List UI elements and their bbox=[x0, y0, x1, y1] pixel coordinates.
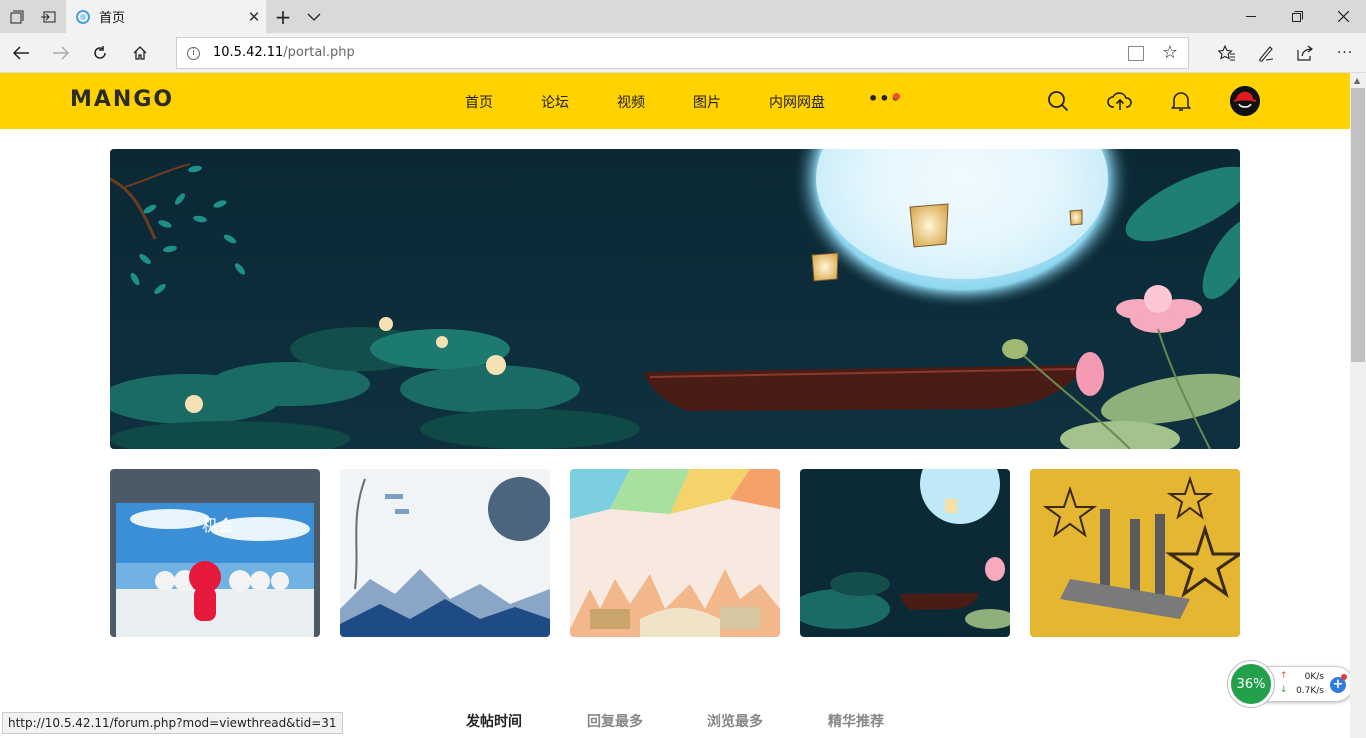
thumbnail-4[interactable] bbox=[800, 469, 1010, 637]
nav-item-home[interactable]: 首页 bbox=[465, 92, 493, 112]
web-note-pen-icon[interactable] bbox=[1253, 41, 1279, 65]
browser-toolbar: i 10.5.42.11/portal.php ☆ ··· bbox=[0, 33, 1366, 73]
favorites-list-icon[interactable] bbox=[1214, 41, 1240, 65]
tab-title: 首页 bbox=[99, 11, 126, 26]
page-scrollbar[interactable]: ▲ bbox=[1350, 73, 1366, 738]
favorite-star-icon[interactable]: ☆ bbox=[1162, 42, 1178, 63]
tab-post-time[interactable]: 发帖时间 bbox=[466, 711, 522, 731]
status-bar-url: http://10.5.42.11/forum.php?mod=viewthre… bbox=[2, 712, 343, 734]
site-info-icon[interactable]: i bbox=[187, 47, 200, 60]
back-arrow-icon[interactable] bbox=[8, 41, 34, 65]
new-tab-icon[interactable]: + bbox=[272, 5, 294, 29]
thumbnail-5[interactable] bbox=[1030, 469, 1240, 637]
nav-item-netdisk[interactable]: 内网网盘 bbox=[769, 92, 825, 112]
thumbnail-1[interactable]: 机会 bbox=[110, 469, 320, 637]
browser-tab-bar: 首页 ✕ + bbox=[0, 0, 1366, 33]
set-tabs-aside-icon[interactable] bbox=[37, 6, 59, 28]
site-favicon-icon bbox=[76, 9, 90, 24]
url-text: 10.5.42.11/portal.php bbox=[213, 45, 355, 60]
network-speed-widget[interactable]: 36% ↑ 0K/s ↓ 0.7K/s + bbox=[1228, 661, 1356, 707]
more-menu-icon[interactable]: ··· bbox=[1332, 41, 1358, 65]
notification-dot bbox=[893, 93, 900, 100]
alert-dot bbox=[1341, 674, 1347, 680]
memory-percent[interactable]: 36% bbox=[1228, 661, 1274, 707]
thumbnail-2[interactable] bbox=[340, 469, 550, 637]
refresh-icon[interactable] bbox=[87, 41, 113, 65]
upload-icon[interactable] bbox=[1107, 89, 1133, 113]
tab-most-views[interactable]: 浏览最多 bbox=[707, 711, 763, 731]
thumbnail-3[interactable] bbox=[570, 469, 780, 637]
user-avatar[interactable] bbox=[1230, 86, 1260, 116]
nav-item-pictures[interactable]: 图片 bbox=[693, 92, 721, 112]
nav-item-video[interactable]: 视频 bbox=[617, 92, 645, 112]
scroll-thumb[interactable] bbox=[1351, 88, 1365, 362]
tab-list-chevron-icon[interactable] bbox=[303, 6, 325, 28]
restore-icon[interactable] bbox=[1274, 0, 1320, 33]
download-arrow-icon: ↓ bbox=[1280, 685, 1288, 695]
tab-most-replies[interactable]: 回复最多 bbox=[587, 711, 643, 731]
address-bar[interactable]: i 10.5.42.11/portal.php ☆ bbox=[176, 37, 1189, 69]
tab-actions-icon[interactable] bbox=[6, 6, 28, 28]
forward-arrow-icon[interactable] bbox=[48, 41, 74, 65]
tab-featured[interactable]: 精华推荐 bbox=[828, 711, 884, 731]
home-icon[interactable] bbox=[127, 41, 153, 65]
share-icon[interactable] bbox=[1292, 41, 1318, 65]
browser-tab-active[interactable]: 首页 ✕ bbox=[66, 0, 266, 33]
nav-item-forum[interactable]: 论坛 bbox=[541, 92, 569, 112]
minimize-icon[interactable] bbox=[1228, 0, 1274, 33]
upload-speed: 0K/s bbox=[1304, 672, 1324, 682]
site-header: MANGO 首页 论坛 视频 图片 内网网盘 ••• bbox=[0, 73, 1350, 129]
thumb1-text: 机会 bbox=[202, 516, 234, 535]
bell-icon[interactable] bbox=[1169, 89, 1193, 113]
hero-banner[interactable] bbox=[110, 149, 1240, 449]
download-speed: 0.7K/s bbox=[1296, 686, 1324, 696]
reading-view-icon[interactable] bbox=[1128, 46, 1144, 61]
site-logo[interactable]: MANGO bbox=[70, 87, 174, 112]
upload-arrow-icon: ↑ bbox=[1280, 671, 1288, 681]
search-icon[interactable] bbox=[1046, 89, 1070, 113]
close-window-icon[interactable] bbox=[1320, 0, 1366, 33]
close-tab-icon[interactable]: ✕ bbox=[242, 8, 266, 26]
scroll-up-icon[interactable]: ▲ bbox=[1354, 76, 1360, 85]
